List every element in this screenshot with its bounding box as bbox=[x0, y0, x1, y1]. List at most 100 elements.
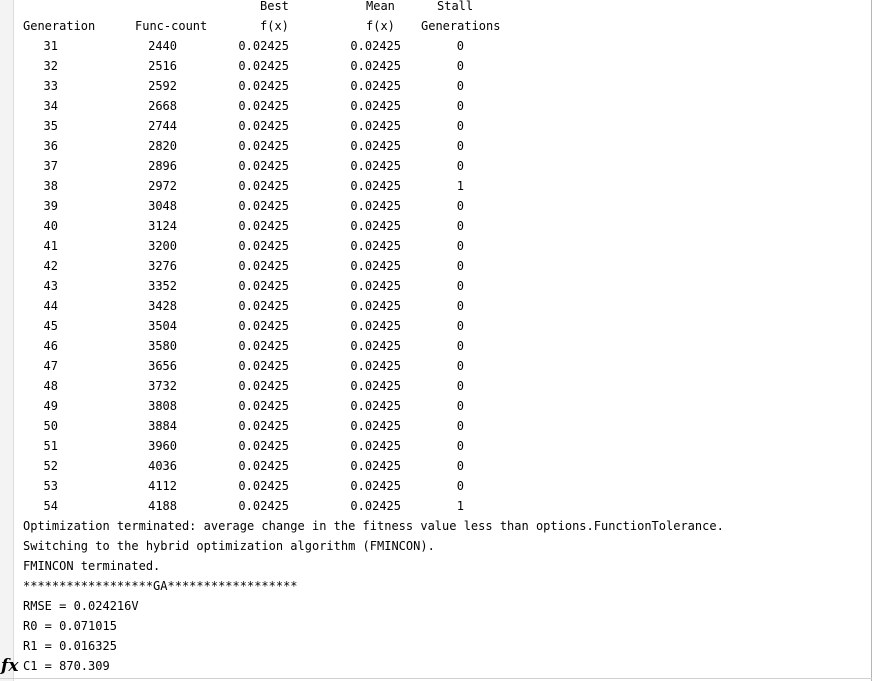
stall-generations-cell: 0 bbox=[456, 439, 464, 453]
best-fx-cell: 0.02425 bbox=[238, 419, 289, 433]
best-fx-cell: 0.02425 bbox=[238, 159, 289, 173]
header-best: Best bbox=[260, 0, 289, 13]
func-count-cell: 2516 bbox=[148, 59, 177, 73]
stall-generations-cell: 0 bbox=[456, 459, 464, 473]
stall-generations-cell: 0 bbox=[456, 419, 464, 433]
best-fx-cell: 0.02425 bbox=[238, 459, 289, 473]
generation-cell: 52 bbox=[43, 459, 58, 473]
best-fx-cell: 0.02425 bbox=[238, 99, 289, 113]
generation-cell: 47 bbox=[43, 359, 58, 373]
stall-generations-cell: 0 bbox=[456, 219, 464, 233]
header-mean-fx: f(x) bbox=[366, 19, 395, 33]
table-row: 54 4188 0.02425 0.02425 1 bbox=[0, 496, 860, 516]
best-fx-cell: 0.02425 bbox=[238, 319, 289, 333]
mean-fx-cell: 0.02425 bbox=[350, 499, 401, 513]
stall-generations-cell: 0 bbox=[456, 279, 464, 293]
func-count-cell: 3200 bbox=[148, 239, 177, 253]
func-count-cell: 3276 bbox=[148, 259, 177, 273]
generation-cell: 38 bbox=[43, 179, 58, 193]
fx-icon[interactable]: fx bbox=[1, 655, 23, 677]
mean-fx-cell: 0.02425 bbox=[350, 39, 401, 53]
table-row: 40 3124 0.02425 0.02425 0 bbox=[0, 216, 860, 236]
table-row: 36 2820 0.02425 0.02425 0 bbox=[0, 136, 860, 156]
generation-cell: 36 bbox=[43, 139, 58, 153]
best-fx-cell: 0.02425 bbox=[238, 259, 289, 273]
generation-cell: 54 bbox=[43, 499, 58, 513]
mean-fx-cell: 0.02425 bbox=[350, 59, 401, 73]
func-count-cell: 2440 bbox=[148, 39, 177, 53]
table-row: 51 3960 0.02425 0.02425 0 bbox=[0, 436, 860, 456]
table-row: 32 2516 0.02425 0.02425 0 bbox=[0, 56, 860, 76]
result-c1: C1 = 870.309 bbox=[23, 659, 110, 673]
stall-generations-cell: 0 bbox=[456, 379, 464, 393]
func-count-cell: 3504 bbox=[148, 319, 177, 333]
mean-fx-cell: 0.02425 bbox=[350, 299, 401, 313]
generation-cell: 42 bbox=[43, 259, 58, 273]
stall-generations-cell: 1 bbox=[456, 499, 464, 513]
generation-cell: 49 bbox=[43, 399, 58, 413]
table-row: 31 2440 0.02425 0.02425 0 bbox=[0, 36, 860, 56]
func-count-cell: 2592 bbox=[148, 79, 177, 93]
command-window[interactable]: Best Mean Stall Generation Func-count f(… bbox=[0, 0, 872, 681]
table-header-row-1: Best Mean Stall bbox=[0, 0, 860, 16]
header-stall: Stall bbox=[437, 0, 474, 13]
mean-fx-cell: 0.02425 bbox=[350, 159, 401, 173]
func-count-cell: 3808 bbox=[148, 399, 177, 413]
mean-fx-cell: 0.02425 bbox=[350, 199, 401, 213]
generation-cell: 35 bbox=[43, 119, 58, 133]
mean-fx-cell: 0.02425 bbox=[350, 479, 401, 493]
mean-fx-cell: 0.02425 bbox=[350, 179, 401, 193]
table-header-row-2: Generation Func-count f(x) f(x) Generati… bbox=[0, 16, 860, 36]
func-count-cell: 3124 bbox=[148, 219, 177, 233]
header-func-count: Func-count bbox=[135, 19, 208, 33]
table-row: 53 4112 0.02425 0.02425 0 bbox=[0, 476, 860, 496]
stall-generations-cell: 1 bbox=[456, 179, 464, 193]
mean-fx-cell: 0.02425 bbox=[350, 399, 401, 413]
stall-generations-cell: 0 bbox=[456, 79, 464, 93]
generation-cell: 48 bbox=[43, 379, 58, 393]
mean-fx-cell: 0.02425 bbox=[350, 99, 401, 113]
best-fx-cell: 0.02425 bbox=[238, 379, 289, 393]
table-row: 41 3200 0.02425 0.02425 0 bbox=[0, 236, 860, 256]
best-fx-cell: 0.02425 bbox=[238, 199, 289, 213]
best-fx-cell: 0.02425 bbox=[238, 39, 289, 53]
best-fx-cell: 0.02425 bbox=[238, 399, 289, 413]
stall-generations-cell: 0 bbox=[456, 159, 464, 173]
mean-fx-cell: 0.02425 bbox=[350, 79, 401, 93]
table-row: 45 3504 0.02425 0.02425 0 bbox=[0, 316, 860, 336]
table-row: 37 2896 0.02425 0.02425 0 bbox=[0, 156, 860, 176]
stall-generations-cell: 0 bbox=[456, 99, 464, 113]
table-row: 38 2972 0.02425 0.02425 1 bbox=[0, 176, 860, 196]
generation-cell: 31 bbox=[43, 39, 58, 53]
best-fx-cell: 0.02425 bbox=[238, 179, 289, 193]
table-row: 50 3884 0.02425 0.02425 0 bbox=[0, 416, 860, 436]
generation-cell: 43 bbox=[43, 279, 58, 293]
func-count-cell: 2972 bbox=[148, 179, 177, 193]
mean-fx-cell: 0.02425 bbox=[350, 319, 401, 333]
func-count-cell: 3580 bbox=[148, 339, 177, 353]
func-count-cell: 4036 bbox=[148, 459, 177, 473]
func-count-cell: 3732 bbox=[148, 379, 177, 393]
func-count-cell: 3428 bbox=[148, 299, 177, 313]
table-row: 34 2668 0.02425 0.02425 0 bbox=[0, 96, 860, 116]
stall-generations-cell: 0 bbox=[456, 139, 464, 153]
best-fx-cell: 0.02425 bbox=[238, 139, 289, 153]
best-fx-cell: 0.02425 bbox=[238, 119, 289, 133]
best-fx-cell: 0.02425 bbox=[238, 219, 289, 233]
generation-cell: 40 bbox=[43, 219, 58, 233]
header-mean: Mean bbox=[366, 0, 395, 13]
result-rmse: RMSE = 0.024216V bbox=[23, 599, 139, 613]
message-ga-separator: ******************GA****************** bbox=[23, 579, 298, 593]
mean-fx-cell: 0.02425 bbox=[350, 459, 401, 473]
table-row: 44 3428 0.02425 0.02425 0 bbox=[0, 296, 860, 316]
generation-cell: 37 bbox=[43, 159, 58, 173]
generation-cell: 32 bbox=[43, 59, 58, 73]
best-fx-cell: 0.02425 bbox=[238, 479, 289, 493]
best-fx-cell: 0.02425 bbox=[238, 299, 289, 313]
stall-generations-cell: 0 bbox=[456, 479, 464, 493]
table-row: 52 4036 0.02425 0.02425 0 bbox=[0, 456, 860, 476]
table-row: 48 3732 0.02425 0.02425 0 bbox=[0, 376, 860, 396]
mean-fx-cell: 0.02425 bbox=[350, 379, 401, 393]
generation-cell: 45 bbox=[43, 319, 58, 333]
table-row: 42 3276 0.02425 0.02425 0 bbox=[0, 256, 860, 276]
